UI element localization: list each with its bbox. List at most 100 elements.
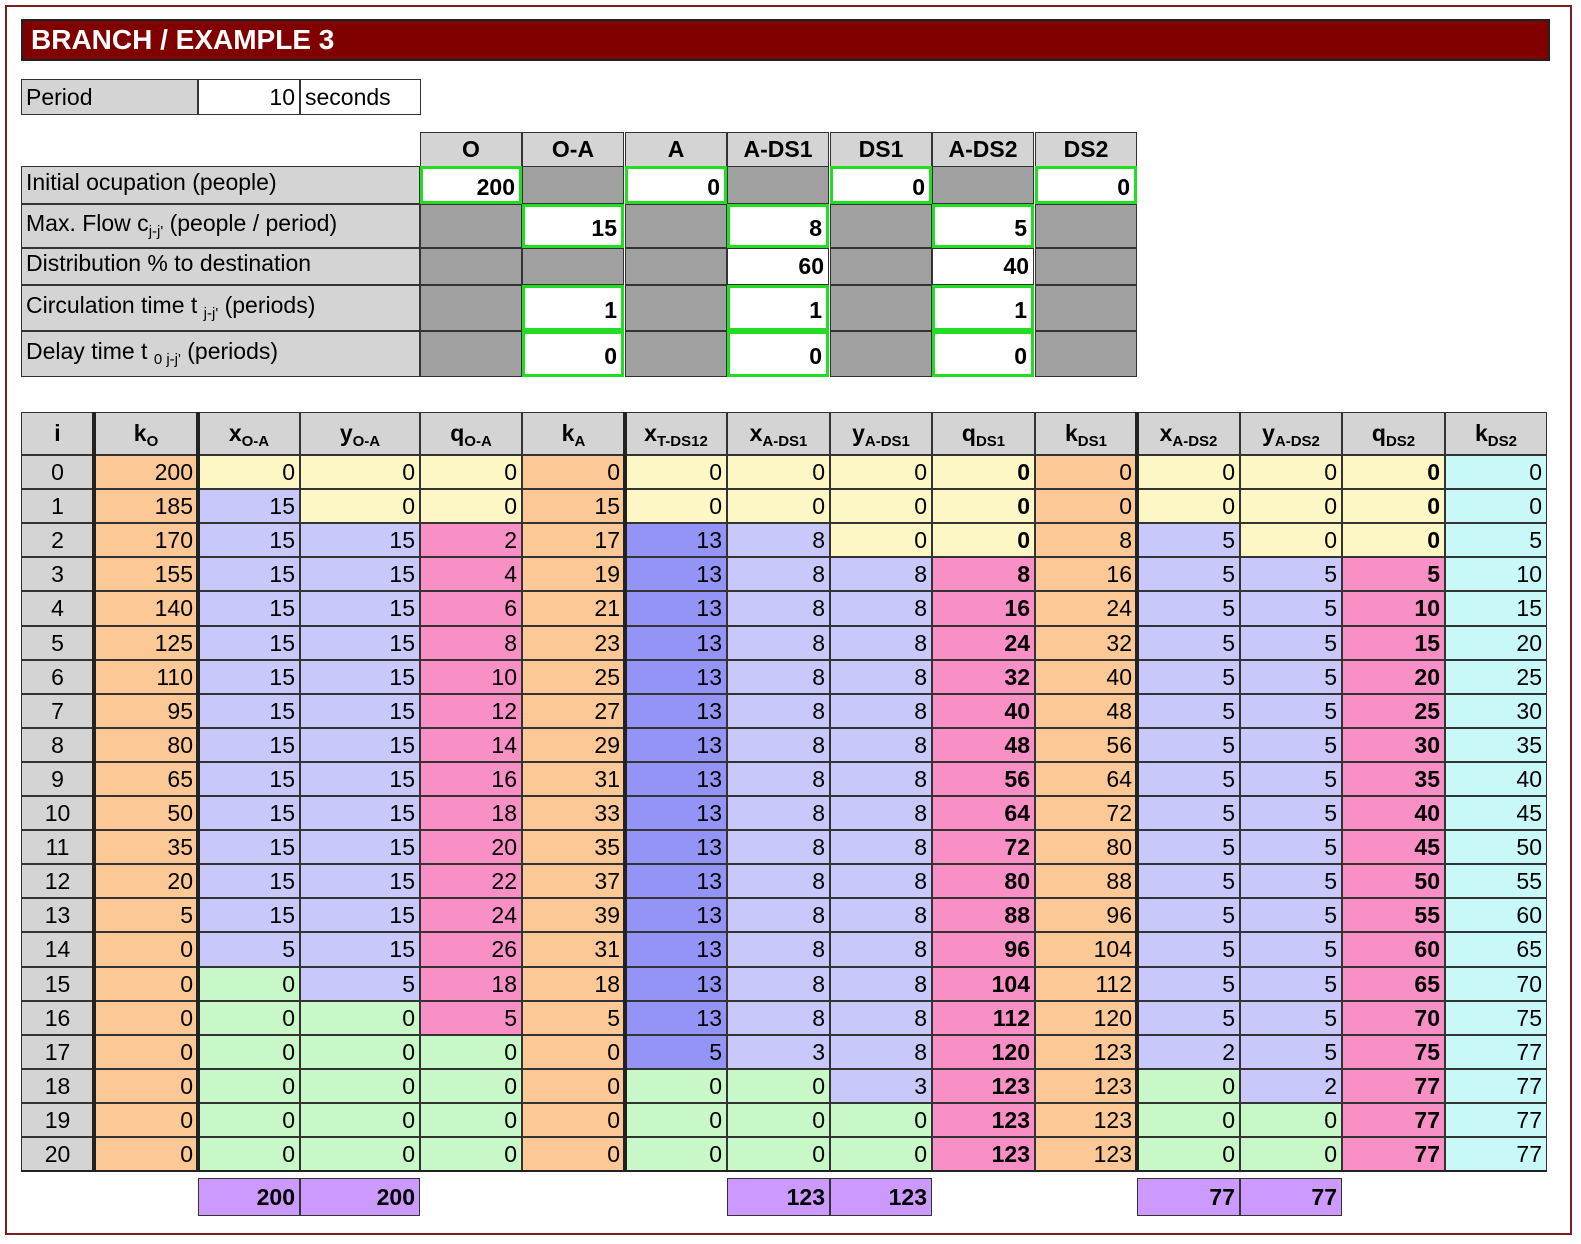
- table-cell: 88: [932, 898, 1035, 932]
- table-cell: 72: [1035, 796, 1137, 830]
- table-cell: 15: [198, 591, 300, 626]
- row-index: 15: [21, 967, 94, 1001]
- table-cell: 8: [830, 898, 932, 932]
- table-cell: 10: [1445, 557, 1547, 591]
- table-cell: 123: [932, 1103, 1035, 1137]
- param-input[interactable]: 1: [727, 285, 829, 331]
- table-cell: 5: [1137, 557, 1240, 591]
- table-cell: 123: [1035, 1069, 1137, 1103]
- table-cell: 35: [1445, 728, 1547, 762]
- table-cell: 123: [932, 1137, 1035, 1171]
- param-input[interactable]: 1: [932, 285, 1034, 331]
- param-input[interactable]: 8: [727, 204, 829, 248]
- param-disabled-cell: [522, 248, 624, 285]
- param-col-a-ds1: A-DS1: [727, 132, 829, 167]
- table-cell: 13: [625, 830, 727, 864]
- param-input[interactable]: 0: [1035, 166, 1137, 204]
- table-cell: 15: [198, 626, 300, 660]
- table-cell: 60: [1342, 932, 1445, 967]
- table-cell: 50: [1342, 864, 1445, 898]
- table-cell: 15: [198, 557, 300, 591]
- param-input[interactable]: 1: [522, 285, 624, 331]
- table-cell: 15: [198, 796, 300, 830]
- table-cell: 0: [300, 1001, 420, 1035]
- param-disabled-cell: [830, 248, 932, 285]
- table-cell: 123: [1035, 1035, 1137, 1069]
- table-cell: 0: [1240, 489, 1342, 523]
- table-cell: 0: [1240, 455, 1342, 489]
- param-disabled-cell: [625, 331, 727, 377]
- table-cell: 13: [625, 898, 727, 932]
- table-cell: 15: [198, 762, 300, 796]
- table-cell: 0: [420, 1035, 522, 1069]
- table-cell: 0: [300, 1069, 420, 1103]
- param-disabled-cell: [727, 166, 829, 204]
- group-separator: [92, 412, 96, 1171]
- table-cell: 110: [94, 660, 198, 694]
- row-index: 12: [21, 864, 94, 898]
- table-cell: 0: [198, 1069, 300, 1103]
- table-cell: 8: [830, 967, 932, 1001]
- table-cell: 30: [1445, 694, 1547, 728]
- table-cell: 0: [1240, 1103, 1342, 1137]
- param-input[interactable]: 0: [625, 166, 727, 204]
- table-cell: 0: [94, 1137, 198, 1171]
- param-col-a-ds2: A-DS2: [932, 132, 1034, 167]
- row-index: 2: [21, 523, 94, 557]
- table-cell: 8: [830, 762, 932, 796]
- table-cell: 5: [1240, 864, 1342, 898]
- param-input[interactable]: 200: [420, 166, 522, 204]
- param-input[interactable]: 5: [932, 204, 1034, 248]
- table-cell: 0: [1137, 1103, 1240, 1137]
- period-input[interactable]: 10: [198, 79, 300, 115]
- table-cell: 55: [1342, 898, 1445, 932]
- table-cell: 0: [1035, 455, 1137, 489]
- table-cell: 5: [1137, 660, 1240, 694]
- table-cell: 16: [932, 591, 1035, 626]
- param-disabled-cell: [625, 248, 727, 285]
- param-input[interactable]: 0: [522, 331, 624, 377]
- table-cell: 0: [522, 1137, 625, 1171]
- table-cell: 5: [1240, 1035, 1342, 1069]
- table-cell: 70: [1445, 967, 1547, 1001]
- table-cell: 0: [522, 1035, 625, 1069]
- table-cell: 15: [1342, 626, 1445, 660]
- table-cell: 3: [727, 1035, 830, 1069]
- table-cell: 0: [198, 1035, 300, 1069]
- table-cell: 15: [300, 523, 420, 557]
- table-cell: 32: [932, 660, 1035, 694]
- table-cell: 125: [94, 626, 198, 660]
- table-cell: 4: [420, 557, 522, 591]
- table-cell: 13: [625, 1001, 727, 1035]
- table-cell: 30: [1342, 728, 1445, 762]
- param-input[interactable]: 0: [727, 331, 829, 377]
- table-cell: 123: [1035, 1103, 1137, 1137]
- table-cell: 5: [1137, 898, 1240, 932]
- table-cell: 40: [1035, 660, 1137, 694]
- table-cell: 8: [830, 864, 932, 898]
- table-cell: 5: [1137, 762, 1240, 796]
- table-cell: 16: [1035, 557, 1137, 591]
- table-cell: 5: [1240, 660, 1342, 694]
- table-cell: 2: [1137, 1035, 1240, 1069]
- param-input[interactable]: 0: [932, 331, 1034, 377]
- param-input[interactable]: 0: [830, 166, 932, 204]
- row-index: 4: [21, 591, 94, 626]
- table-cell: 8: [830, 557, 932, 591]
- param-disabled-cell: [1035, 248, 1137, 285]
- distribution-input[interactable]: 40: [932, 248, 1034, 285]
- table-cell: 15: [522, 489, 625, 523]
- table-cell: 0: [198, 455, 300, 489]
- table-cell: 55: [1445, 864, 1547, 898]
- table-cell: 8: [727, 557, 830, 591]
- table-cell: 24: [1035, 591, 1137, 626]
- table-cell: 0: [300, 489, 420, 523]
- table-cell: 5: [1240, 967, 1342, 1001]
- table-cell: 0: [727, 1137, 830, 1171]
- param-disabled-cell: [522, 166, 624, 204]
- row-index: 20: [21, 1137, 94, 1171]
- distribution-input[interactable]: 60: [727, 248, 829, 285]
- table-cell: 0: [198, 967, 300, 1001]
- param-input[interactable]: 15: [522, 204, 624, 248]
- table-cell: 35: [94, 830, 198, 864]
